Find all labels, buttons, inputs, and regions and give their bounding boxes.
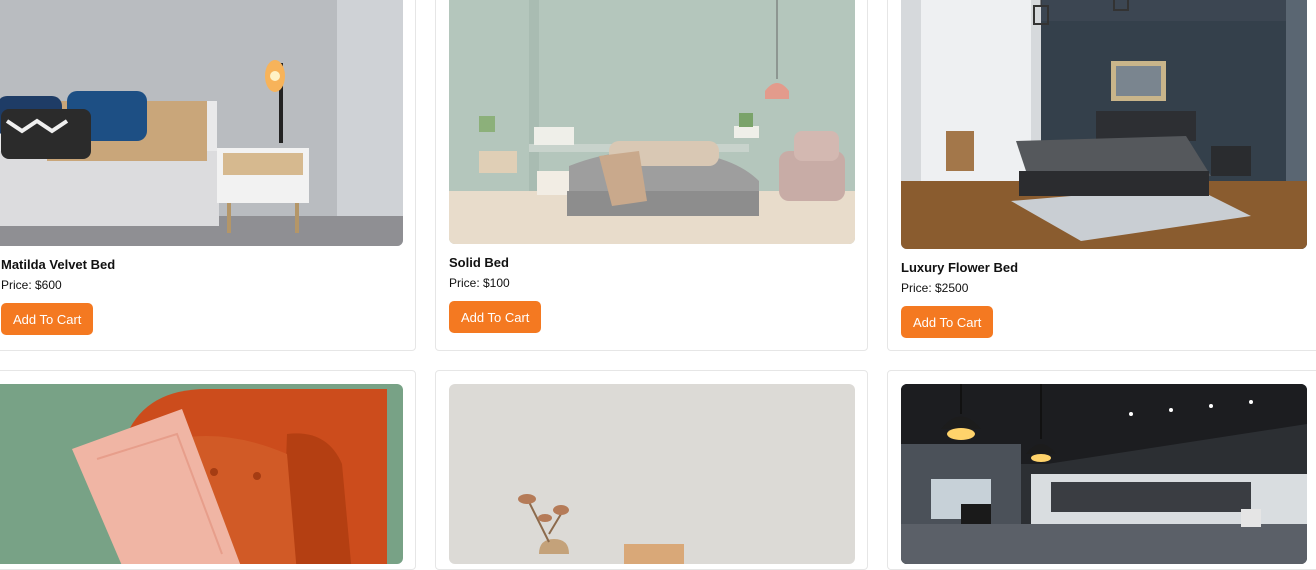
product-image[interactable] [901, 384, 1307, 564]
product-title: Solid Bed [449, 255, 509, 270]
product-image[interactable] [449, 384, 855, 564]
product-title: Luxury Flower Bed [901, 260, 1019, 275]
add-to-cart-button[interactable]: Add To Cart [449, 301, 542, 333]
product-card: Matilda Velvet Bed Price: $600 Add To Ca… [0, 0, 416, 351]
product-image[interactable] [901, 0, 1307, 249]
product-card [0, 370, 416, 570]
product-price: Price: $100 [449, 276, 510, 290]
product-card [887, 370, 1316, 570]
product-title: Matilda Velvet Bed [1, 257, 116, 272]
add-to-cart-button[interactable]: Add To Cart [1, 303, 94, 335]
product-card: Luxury Flower Bed Price: $2500 Add To Ca… [887, 0, 1316, 351]
product-image[interactable] [0, 0, 403, 246]
add-to-cart-button[interactable]: Add To Cart [901, 306, 994, 338]
product-card [435, 370, 868, 570]
product-card: Solid Bed Price: $100 Add To Cart [435, 0, 868, 351]
product-image[interactable] [0, 384, 403, 564]
product-image[interactable] [449, 0, 855, 244]
product-price: Price: $600 [1, 278, 62, 292]
product-price: Price: $2500 [901, 281, 969, 295]
